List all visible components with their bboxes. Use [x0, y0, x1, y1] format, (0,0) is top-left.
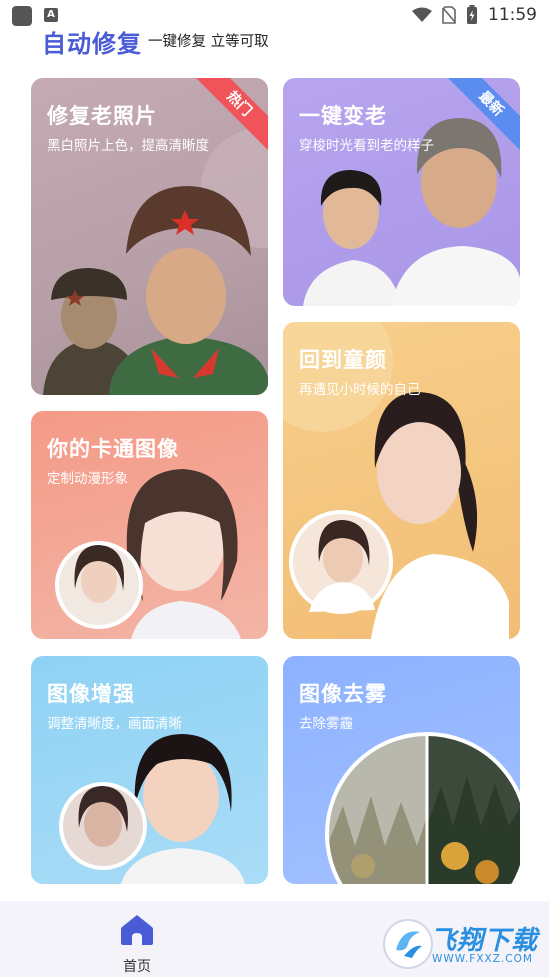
status-time: 11:59	[488, 5, 537, 25]
card-image-enhance[interactable]: 图像增强 调整清晰度，画面清晰	[31, 656, 268, 884]
card-title: 一键变老	[299, 104, 387, 128]
card-description: 调整清晰度，画面清晰	[47, 716, 182, 732]
card-title: 修复老照片	[47, 104, 157, 128]
home-icon	[121, 915, 153, 945]
card-title: 图像增强	[47, 682, 135, 706]
page-title: 自动修复	[42, 30, 142, 58]
card-title: 你的卡通图像	[47, 437, 179, 461]
card-description: 去除雾霾	[299, 716, 353, 732]
nav-home-tab[interactable]: 首页	[112, 909, 162, 975]
card-image-dehaze[interactable]: 图像去雾 去除雾霾	[283, 656, 520, 884]
page-subtitle: 一键修复 立等可取	[148, 34, 269, 50]
watermark-url: WWW.FXXZ.COM	[432, 953, 533, 965]
card-cartoon-avatar[interactable]: 你的卡通图像 定制动漫形象	[31, 411, 268, 639]
watermark-text: 飞翔下载	[430, 926, 539, 956]
nav-home-label: 首页	[123, 959, 151, 975]
card-old-photo-repair[interactable]: 热门 修复老照片 黑白照片上色，提高清晰度	[31, 78, 268, 395]
card-description: 穿梭时光看到老的样子	[299, 138, 434, 154]
no-sim-icon	[442, 6, 456, 24]
wifi-icon	[412, 7, 432, 22]
card-description: 定制动漫形象	[47, 471, 128, 487]
card-back-to-childhood[interactable]: 回到童颜 再遇见小时候的自己	[283, 322, 520, 639]
status-icons: 11:59	[412, 4, 537, 26]
card-description: 再遇见小时候的自己	[299, 382, 421, 398]
battery-charging-icon	[467, 5, 477, 24]
app-icon	[12, 6, 32, 26]
card-title: 回到童颜	[299, 348, 387, 372]
card-title: 图像去雾	[299, 682, 387, 706]
a-notification-icon: A	[44, 8, 58, 22]
card-description: 黑白照片上色，提高清晰度	[47, 138, 209, 154]
card-one-click-aging[interactable]: 最新 一键变老 穿梭时光看到老的样子	[283, 78, 520, 306]
